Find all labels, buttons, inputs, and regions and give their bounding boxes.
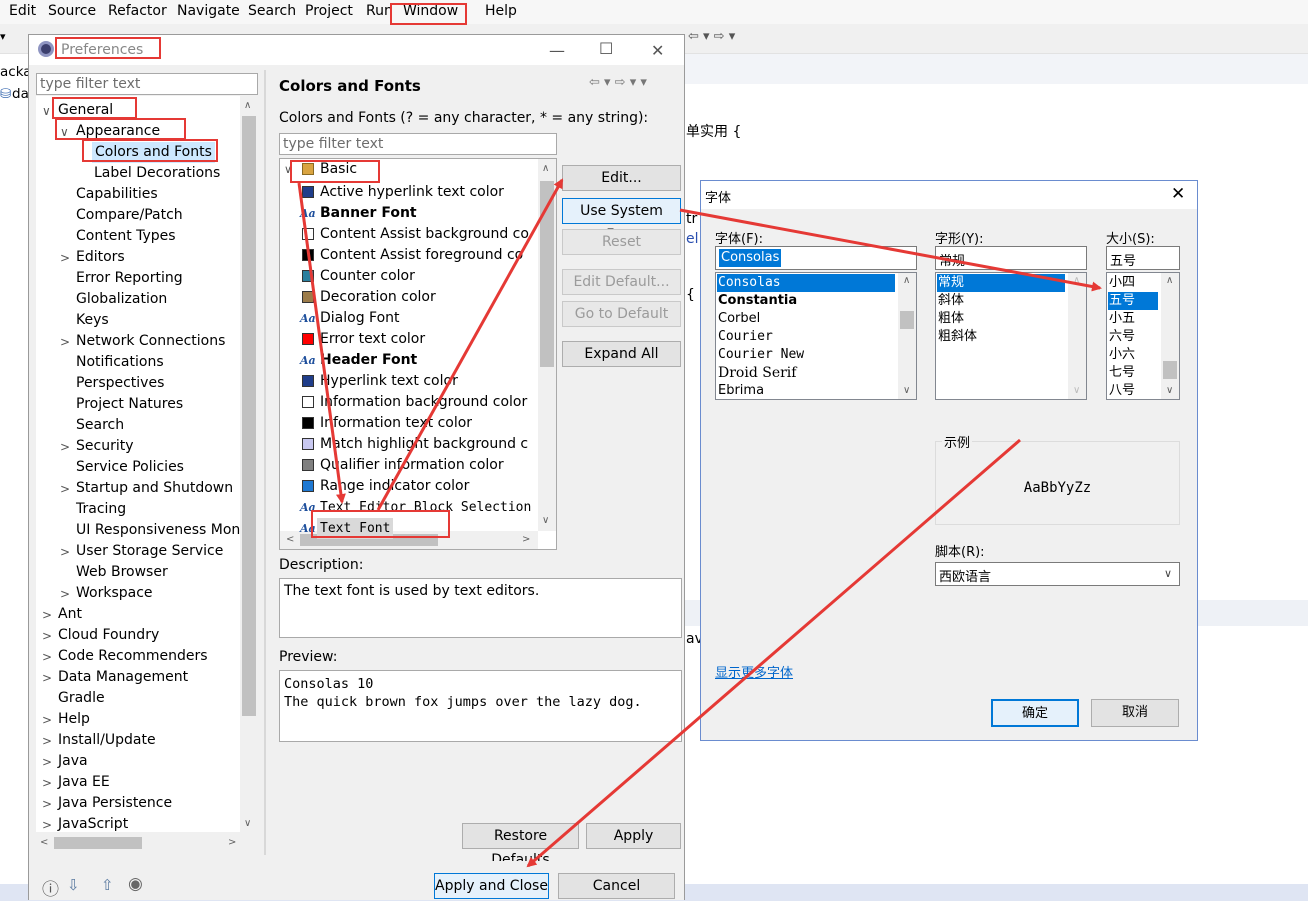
arrow-ok-to-apply xyxy=(526,438,1021,868)
arrow-basic-to-textfont xyxy=(297,182,346,504)
arrow-edit-to-size xyxy=(679,208,1102,292)
annotation-arrows xyxy=(297,178,1102,868)
arrow-textfont-to-edit xyxy=(376,178,564,511)
